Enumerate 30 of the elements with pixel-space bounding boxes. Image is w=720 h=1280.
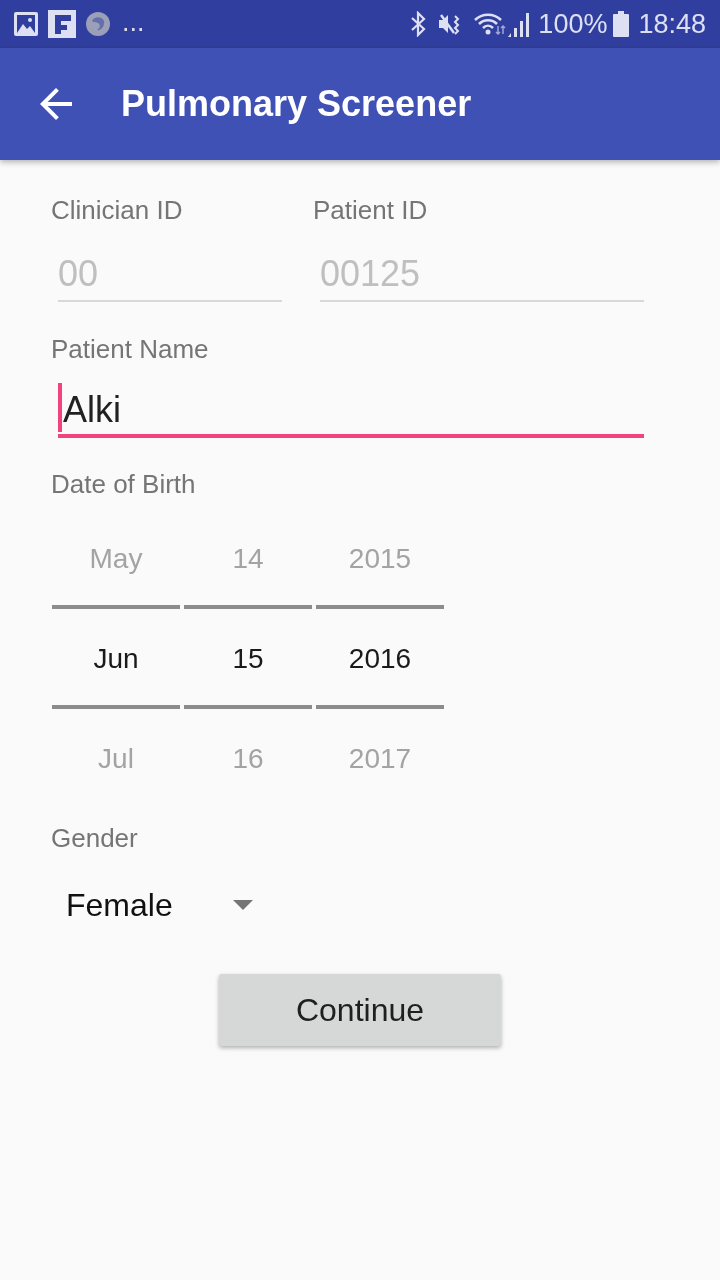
back-icon[interactable] [40, 88, 72, 120]
gender-dropdown[interactable]: Female [51, 869, 272, 941]
battery-percent-text: 100% [538, 9, 608, 39]
field-label: Date of Birth [51, 469, 196, 499]
date-picker-item[interactable]: Jun [93, 643, 139, 675]
fox-circle-icon [86, 12, 110, 36]
date-picker-item[interactable]: May [89, 543, 143, 575]
continue-button[interactable]: Continue [219, 974, 501, 1046]
field-label: Clinician ID [51, 195, 183, 225]
date-picker-item[interactable]: 16 [232, 743, 264, 775]
date-picker-item[interactable]: 2015 [348, 543, 412, 575]
wifi-icon [474, 12, 507, 36]
date-picker-item[interactable]: Jul [98, 743, 134, 775]
field-label: Gender [51, 823, 138, 853]
date-picker-item[interactable]: 2016 [348, 643, 412, 675]
date-picker-item[interactable]: 14 [232, 543, 264, 575]
input-field[interactable]: Alki [58, 364, 644, 438]
clock-text: 18:48 [638, 9, 706, 39]
bluetooth-icon [410, 11, 427, 37]
app-logo-icon [48, 10, 76, 38]
more-notifications-text: ... [122, 7, 145, 37]
field-label: Patient ID [313, 195, 428, 225]
screen-title: Pulmonary Screener [121, 83, 472, 125]
cursor-icon [58, 383, 62, 432]
field-label: Patient Name [51, 334, 209, 364]
battery-icon [613, 11, 630, 37]
date-picker-item[interactable]: 15 [232, 643, 264, 675]
date-picker-item[interactable]: 2017 [348, 743, 412, 775]
caret-icon [233, 900, 253, 910]
image-icon [14, 12, 38, 36]
